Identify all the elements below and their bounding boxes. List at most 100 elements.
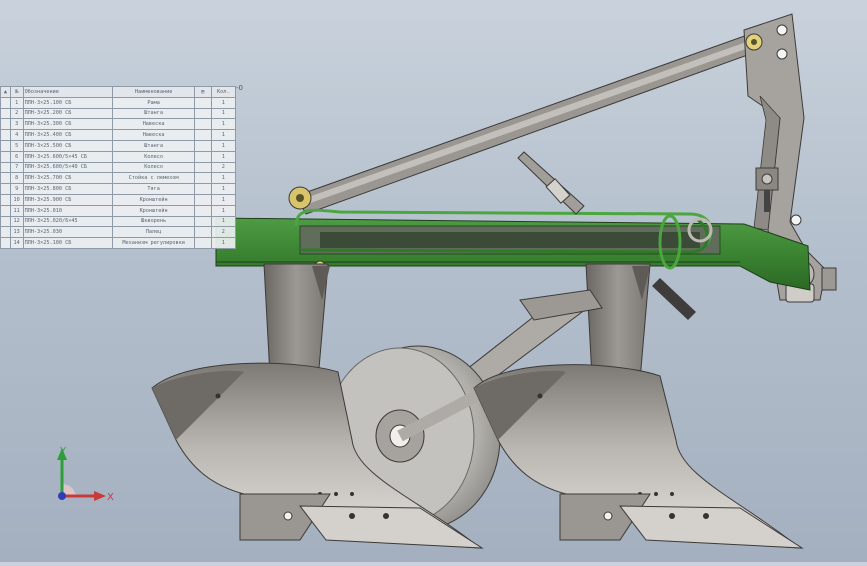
bom-header-cell: Наименование	[112, 86, 196, 98]
bom-cell: 1	[210, 172, 236, 185]
bom-header-cell: Обозначение	[22, 86, 114, 98]
bom-cell	[194, 96, 212, 109]
bom-cell: 1	[210, 183, 236, 195]
bom-row[interactable]: 11 ПЛН-3×25.010 Кронштейн 1	[0, 204, 236, 217]
bom-cell: Колесо	[112, 150, 196, 163]
coordinate-triad: Y X	[57, 446, 114, 503]
bom-cell: Навеска	[112, 129, 196, 141]
bom-cell	[194, 193, 212, 206]
bom-cell: ПЛН-3×25.600/5×40 СБ	[22, 161, 114, 174]
bom-cell	[0, 215, 11, 228]
bom-cell	[0, 183, 11, 195]
bom-cell: ПЛН-3×25.010	[22, 204, 114, 217]
bom-cell: 1	[210, 237, 236, 249]
bom-row[interactable]: 14 ПЛН-3×25.100 СБ Механизм регулировки 1	[0, 237, 236, 249]
bom-cell: Палец	[112, 226, 196, 239]
bom-cell: ПЛН-3×25.100 СБ	[22, 237, 114, 249]
bom-cell: 5	[9, 139, 24, 152]
bom-cell: ПЛН-3×25.900 СБ	[22, 193, 114, 206]
bom-cell	[194, 150, 212, 163]
bom-cell	[0, 193, 11, 206]
bom-row[interactable]: 8 ПЛН-3×25.700 СБ Стойка с лемехом 1	[0, 172, 236, 185]
bom-cell: 1	[210, 204, 236, 217]
bom-cell: 2	[210, 161, 236, 174]
bom-cell: Стойка с лемехом	[112, 172, 196, 185]
bom-cell	[0, 237, 11, 249]
bom-cell	[194, 226, 212, 239]
threaded-bolt	[652, 278, 696, 320]
bom-cell	[194, 204, 212, 217]
bom-cell	[0, 129, 11, 141]
bom-cell	[194, 139, 212, 152]
bom-row[interactable]: 10 ПЛН-3×25.900 СБ Кронштейн 1	[0, 193, 236, 206]
bom-header-cell: Кол.	[210, 86, 236, 98]
bom-cell: 1	[210, 96, 236, 109]
bom-row[interactable]: 3 ПЛН-3×25.300 СБ Навеска 1	[0, 118, 236, 131]
bom-cell: 2	[9, 107, 24, 120]
bom-cell	[194, 172, 212, 185]
bom-row[interactable]: 9 ПЛН-3×25.800 СБ Тяга 1	[0, 183, 236, 195]
bom-cell: 7	[9, 161, 24, 174]
y-axis-label: Y	[59, 446, 67, 457]
plow-model[interactable]	[0, 0, 867, 562]
bom-cell: ПЛН-3×25.400 СБ	[22, 129, 114, 141]
bom-cell: 3	[9, 118, 24, 131]
rear-shank[interactable]	[585, 263, 651, 381]
bom-cell: 1	[9, 96, 24, 109]
bom-cell: Тяга	[112, 183, 196, 195]
bom-cell	[0, 118, 11, 131]
bom-header-cell: №	[9, 86, 24, 98]
bom-row[interactable]: 7 ПЛН-3×25.600/5×40 СБ Колесо 2	[0, 161, 236, 174]
bom-cell: ПЛН-3×25.030	[22, 226, 114, 239]
bom-cell: Штанга	[112, 107, 196, 120]
bom-row[interactable]: 6 ПЛН-3×25.600/5×45 СБ Колесо 1	[0, 150, 236, 163]
bom-row[interactable]: 4 ПЛН-3×25.400 СБ Навеска 1	[0, 129, 236, 141]
bom-cell: ПЛН-3×25.100 СБ	[22, 96, 114, 109]
bom-cell: 1	[210, 193, 236, 206]
bom-cell	[0, 161, 11, 174]
bom-cell: 12	[9, 215, 24, 228]
bom-row[interactable]: 12 ПЛН-3×25.020/6×45 Шкворень 1	[0, 215, 236, 228]
bom-cell	[0, 150, 11, 163]
bom-cell	[0, 204, 11, 217]
bom-cell	[194, 161, 212, 174]
x-axis-label: X	[107, 492, 114, 503]
bom-row[interactable]: 5 ПЛН-3×25.500 СБ Штанга 1	[0, 139, 236, 152]
bom-cell	[194, 215, 212, 228]
cad-viewport[interactable]	[0, 0, 867, 562]
bill-of-materials-table[interactable]: ▲ № Обозначение Наименование ▤ Кол. 1 ПЛН…	[0, 86, 236, 249]
bom-cell: 10	[9, 193, 24, 206]
bom-cell: ПЛН-3×25.020/6×45	[22, 215, 114, 228]
bom-cell: 1	[210, 139, 236, 152]
bom-cell	[194, 118, 212, 131]
bom-cell: 1	[210, 150, 236, 163]
top-link-arm[interactable]	[295, 33, 757, 215]
bom-cell: 1	[210, 118, 236, 131]
bom-cell: 14	[9, 237, 24, 249]
bom-cell: Шкворень	[112, 215, 196, 228]
bom-cell: 6	[9, 150, 24, 163]
bom-header-cell: ▤	[194, 86, 212, 98]
bom-cell: Кронштейн	[112, 193, 196, 206]
bom-corner-mark: -0	[236, 84, 243, 92]
front-shank[interactable]	[263, 263, 330, 381]
bom-cell	[0, 172, 11, 185]
bom-cell	[194, 107, 212, 120]
bom-cell: ПЛН-3×25.300 СБ	[22, 118, 114, 131]
bom-cell	[194, 183, 212, 195]
adjustment-screw[interactable]	[517, 151, 585, 215]
bom-cell: ПЛН-3×25.600/5×45 СБ	[22, 150, 114, 163]
bom-cell: Механизм регулировки	[112, 237, 196, 249]
bom-cell: ПЛН-3×25.500 СБ	[22, 139, 114, 152]
bom-row[interactable]: 2 ПЛН-3×25.200 СБ Штанга 1	[0, 107, 236, 120]
bom-cell: ПЛН-3×25.200 СБ	[22, 107, 114, 120]
bom-cell: 1	[210, 215, 236, 228]
bom-cell	[0, 139, 11, 152]
bom-row[interactable]: 13 ПЛН-3×25.030 Палец 2	[0, 226, 236, 239]
bom-cell: 8	[9, 172, 24, 185]
bom-header-cell: ▲	[0, 86, 11, 98]
bom-row[interactable]: 1 ПЛН-3×25.100 СБ Рама 1	[0, 96, 236, 109]
bom-cell	[194, 129, 212, 141]
bom-cell	[0, 107, 11, 120]
bom-cell	[0, 96, 11, 109]
